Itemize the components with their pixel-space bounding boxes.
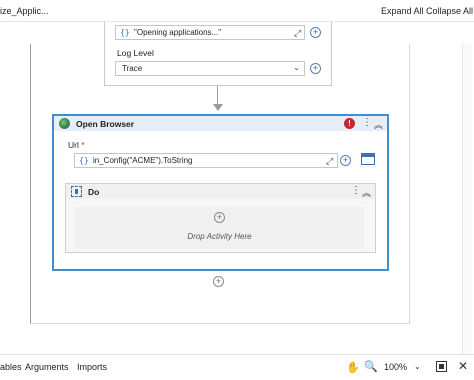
error-icon[interactable]: ! [344,118,355,129]
workflow-title-tab[interactable]: ize_Applic... [0,6,49,16]
open-browser-title: Open Browser [76,119,135,129]
message-field[interactable]: {} "Opening applications..." ⤢ [115,25,305,40]
url-label: Url * [68,140,85,150]
expression-icon: {} [120,28,130,37]
url-field[interactable]: {} in_Config("ACME").ToString ⤢ [74,153,338,168]
required-marker: * [81,140,85,150]
tab-imports[interactable]: Imports [77,362,107,372]
do-header[interactable]: Do ⋮ ︽ [66,184,375,199]
message-value: "Opening applications..." [134,28,222,37]
chevron-down-icon[interactable]: ⌄ [414,362,421,371]
more-options-icon[interactable]: ⋮ [362,117,372,128]
vertical-scrollbar[interactable] [462,44,472,374]
add-variable-icon[interactable]: + [340,155,351,166]
url-value: in_Config("ACME").ToString [93,156,193,165]
designer-statusbar: ables Arguments Imports ✋ 🔍 100% ⌄ ✕ [0,354,474,380]
fit-to-screen-icon[interactable] [436,361,447,372]
drop-zone[interactable]: + Drop Activity Here [75,207,364,249]
pan-hand-icon[interactable]: ✋ [346,361,360,374]
tab-variables[interactable]: ables [0,362,22,372]
collapse-icon[interactable]: ︽ [374,118,383,131]
flow-arrow-icon [213,104,223,111]
chevron-down-icon: ⌄ [293,63,300,72]
expand-editor-icon[interactable]: ⤢ [326,156,333,167]
sequence-icon [71,186,82,197]
more-options-icon[interactable]: ⋮ [351,185,361,196]
collapse-icon[interactable]: ︽ [362,186,371,199]
log-message-activity[interactable]: {} "Opening applications..." ⤢ + Log Lev… [104,22,332,86]
expand-all-button[interactable]: Expand All [381,6,424,16]
zoom-search-icon[interactable]: 🔍 [364,360,378,373]
do-title: Do [88,187,100,197]
add-variable-icon[interactable]: + [310,27,321,38]
designer-toolbar: ize_Applic... Expand All Collapse All [0,0,474,22]
collapse-all-button[interactable]: Collapse All [426,6,473,16]
add-activity-icon[interactable]: + [213,276,224,287]
open-browser-header[interactable]: Open Browser ! ⋮ ︽ [54,116,387,131]
log-level-select[interactable]: Trace ⌄ [115,61,305,76]
zoom-level[interactable]: 100% [384,362,407,372]
drop-activity-hint: Drop Activity Here [187,232,252,241]
add-activity-icon[interactable]: + [214,212,225,223]
log-level-value: Trace [122,64,143,73]
do-container[interactable]: Do ⋮ ︽ + Drop Activity Here [65,183,376,253]
flow-connector [217,86,218,106]
globe-icon [59,118,70,129]
add-variable-icon[interactable]: + [310,63,321,74]
tab-arguments[interactable]: Arguments [25,362,69,372]
expression-icon: {} [79,156,89,165]
close-icon[interactable]: ✕ [458,359,468,373]
expand-editor-icon[interactable]: ⤢ [294,28,301,39]
log-level-label: Log Level [117,48,154,58]
indicate-browser-icon[interactable] [361,153,375,165]
